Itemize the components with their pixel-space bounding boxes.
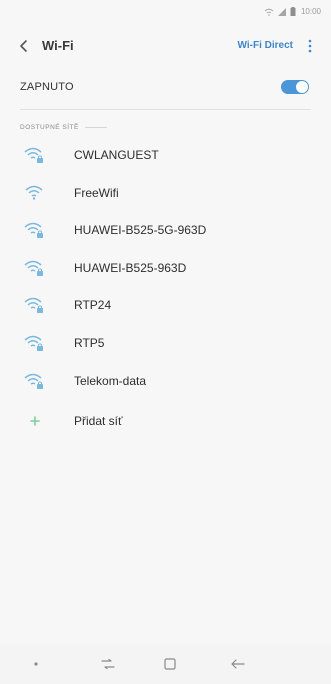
signal-icon <box>277 7 287 16</box>
network-name: HUAWEI-B525-5G-963D <box>74 223 207 238</box>
wifi-secured-icon <box>24 296 44 314</box>
app-bar: Wi-Fi Wi-Fi Direct <box>0 26 331 66</box>
network-item[interactable]: CWLANGUEST <box>0 138 331 176</box>
wifi-icon <box>24 184 44 202</box>
status-icons: 10:00 <box>264 7 321 16</box>
add-network-label: Přidat síť <box>74 414 123 428</box>
wifi-secured-icon <box>24 221 44 239</box>
network-name: Telekom-data <box>74 373 147 388</box>
divider <box>20 109 311 110</box>
status-bar: 10:00 <box>0 0 331 26</box>
status-time: 10:00 <box>300 7 321 16</box>
network-item[interactable]: Telekom-data <box>0 364 331 402</box>
toggle-knob <box>296 81 308 93</box>
network-item[interactable]: RTP5 <box>0 326 331 364</box>
more-options-icon[interactable] <box>306 38 314 54</box>
recent-apps-icon[interactable] <box>96 654 120 674</box>
network-name: RTP5 <box>74 335 105 350</box>
back-icon[interactable] <box>16 38 32 54</box>
network-name: CWLANGUEST <box>74 148 159 162</box>
wifi-toggle-switch[interactable] <box>281 80 309 94</box>
network-item[interactable]: HUAWEI-B525-5G-963D <box>0 213 331 251</box>
navigation-bar <box>0 644 331 684</box>
network-item[interactable]: FreeWifi <box>0 176 331 214</box>
wifi-secured-icon <box>24 334 44 352</box>
wifi-direct-button[interactable]: Wi-Fi Direct <box>238 40 293 51</box>
section-divider <box>84 127 107 128</box>
wifi-calling-icon <box>264 8 274 16</box>
phone-screen: 10:00 Wi-Fi Wi-Fi Direct ZAPNUTO DOSTUPN… <box>0 0 331 684</box>
page-title: Wi-Fi <box>42 38 74 53</box>
network-list: CWLANGUEST FreeWifi HUAWEI-B525-5G-963D … <box>0 138 331 401</box>
network-name: FreeWifi <box>74 185 119 200</box>
available-networks-header: DOSTUPNÉ SÍTĚ <box>20 124 311 131</box>
wifi-secured-icon <box>24 146 44 164</box>
section-title: DOSTUPNÉ SÍTĚ <box>20 124 79 131</box>
wifi-secured-icon <box>24 372 44 390</box>
wifi-secured-icon <box>24 259 44 277</box>
back-arrow-icon[interactable] <box>226 654 250 674</box>
add-network-button[interactable]: Přidat síť <box>0 401 331 437</box>
network-item[interactable]: HUAWEI-B525-963D <box>0 251 331 289</box>
wifi-toggle-label: ZAPNUTO <box>20 81 74 93</box>
network-name: RTP24 <box>74 298 112 313</box>
battery-icon <box>290 7 296 16</box>
home-icon[interactable] <box>158 654 182 674</box>
plus-icon <box>30 413 40 426</box>
wifi-toggle-row[interactable]: ZAPNUTO <box>0 70 331 106</box>
network-name: HUAWEI-B525-963D <box>74 260 187 275</box>
dot-icon[interactable] <box>24 654 48 674</box>
network-item[interactable]: RTP24 <box>0 288 331 326</box>
